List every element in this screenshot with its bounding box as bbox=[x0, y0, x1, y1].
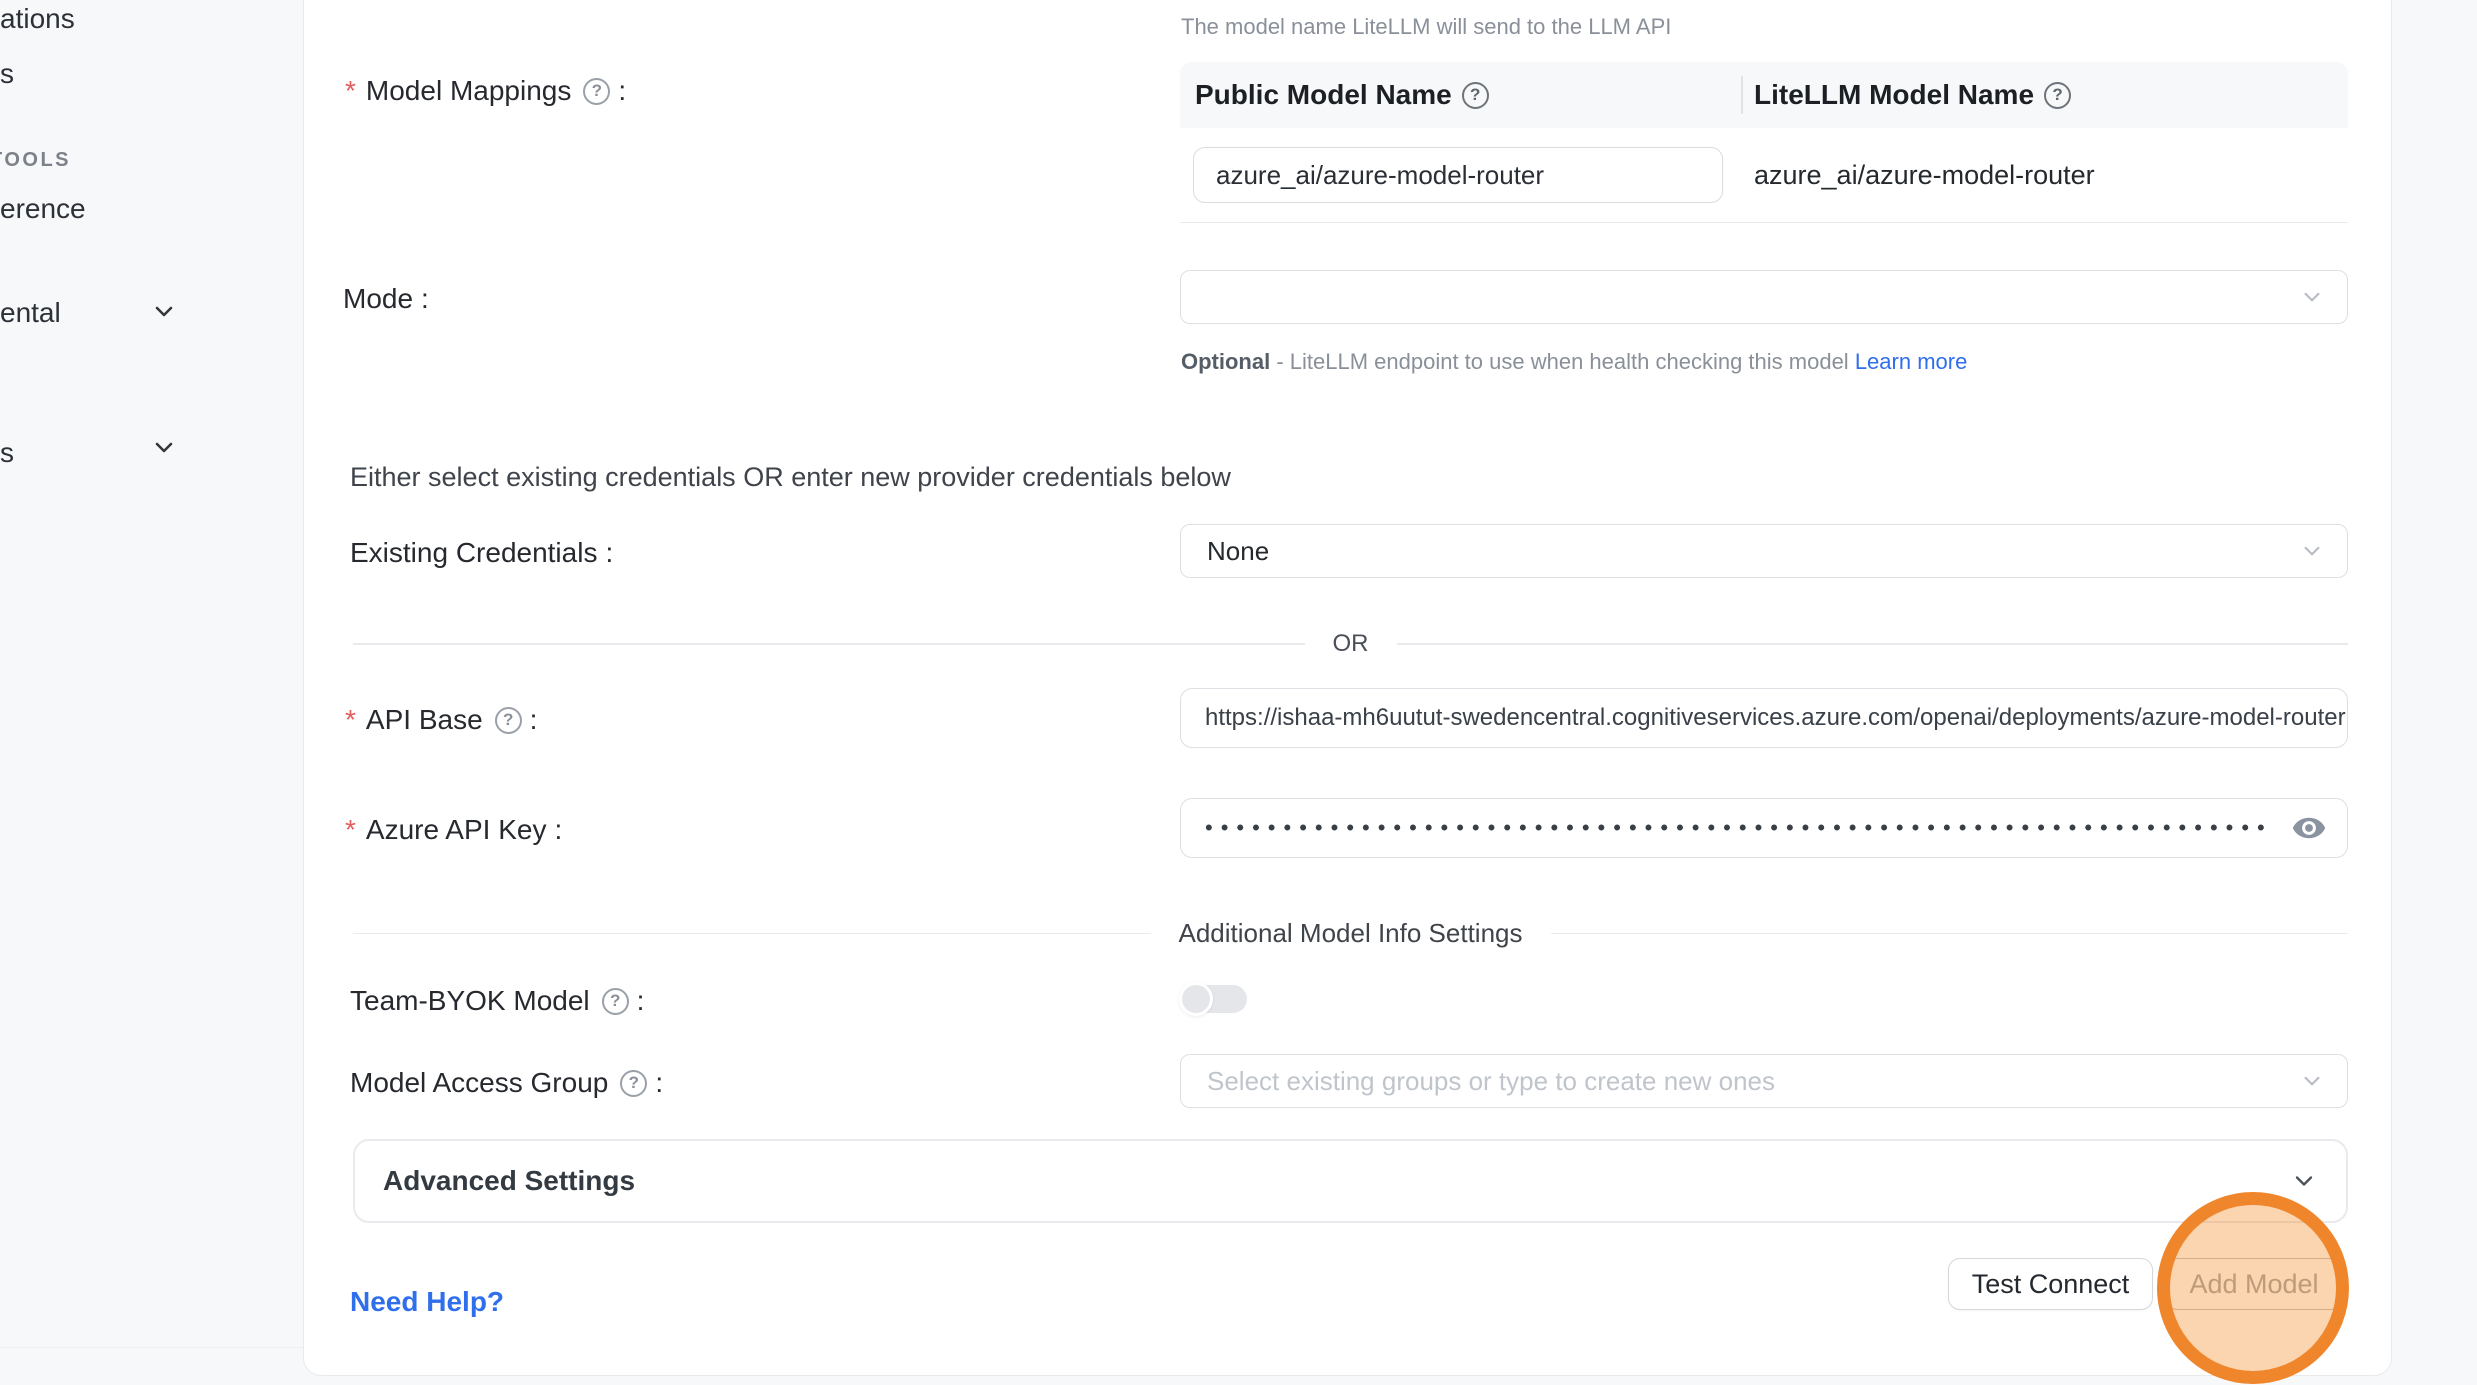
existing-credentials-label: Existing Credentials : bbox=[350, 537, 613, 569]
sidebar-divider bbox=[0, 1347, 303, 1348]
sidebar-item-truncated-1[interactable]: ations bbox=[0, 2, 75, 36]
advanced-settings-panel[interactable]: Advanced Settings bbox=[353, 1139, 2348, 1223]
azure-api-key-input[interactable]: ••••••••••••••••••••••••••••••••••••••••… bbox=[1180, 798, 2348, 858]
azure-api-key-label-text: Azure API Key bbox=[366, 814, 547, 846]
masked-api-key-value: ••••••••••••••••••••••••••••••••••••••••… bbox=[1205, 815, 2273, 841]
chevron-down-icon bbox=[2290, 1167, 2318, 1195]
or-divider-text: OR bbox=[1305, 630, 1397, 658]
model-mappings-label-text: Model Mappings bbox=[366, 75, 571, 107]
help-icon[interactable]: ? bbox=[1462, 82, 1489, 109]
column-divider bbox=[1741, 76, 1743, 114]
model-mappings-label: * Model Mappings ? : bbox=[345, 75, 626, 107]
eye-icon[interactable] bbox=[2291, 810, 2327, 846]
label-colon: : bbox=[655, 1067, 663, 1099]
sidebar-item-truncated-5[interactable]: s bbox=[0, 436, 14, 470]
sidebar: ations s TOOLS erence ental s bbox=[0, 0, 303, 1385]
chevron-down-icon bbox=[2299, 538, 2325, 564]
model-access-group-label-text: Model Access Group bbox=[350, 1067, 608, 1099]
model-mappings-table: Public Model Name ? LiteLLM Model Name ?… bbox=[1180, 62, 2348, 223]
label-colon: : bbox=[530, 704, 538, 736]
litellm-model-name-header-label: LiteLLM Model Name bbox=[1754, 79, 2034, 111]
api-base-label: * API Base ? : bbox=[345, 704, 537, 736]
public-model-name-input[interactable]: azure_ai/azure-model-router bbox=[1193, 147, 1723, 203]
label-colon: : bbox=[605, 537, 613, 569]
add-model-screen: ations s TOOLS erence ental s The model … bbox=[0, 0, 2477, 1385]
learn-more-link[interactable]: Learn more bbox=[1855, 349, 1968, 374]
help-icon[interactable]: ? bbox=[2044, 82, 2071, 109]
test-connect-button[interactable]: Test Connect bbox=[1948, 1258, 2153, 1310]
mode-select[interactable] bbox=[1180, 270, 2348, 324]
mode-label: Mode : bbox=[343, 283, 429, 315]
required-marker: * bbox=[345, 75, 356, 107]
mode-helper-body: - LiteLLM endpoint to use when health ch… bbox=[1270, 349, 1855, 374]
api-base-label-text: API Base bbox=[366, 704, 483, 736]
chevron-down-icon[interactable] bbox=[152, 435, 176, 459]
sidebar-item-truncated-2[interactable]: s bbox=[0, 57, 14, 91]
help-icon[interactable]: ? bbox=[602, 988, 629, 1015]
divider-line bbox=[1551, 933, 2349, 935]
divider-line bbox=[1397, 643, 2349, 645]
existing-credentials-value: None bbox=[1207, 536, 1269, 567]
mode-helper-text: Optional - LiteLLM endpoint to use when … bbox=[1181, 342, 2011, 382]
help-icon[interactable]: ? bbox=[620, 1070, 647, 1097]
model-mappings-table-header: Public Model Name ? LiteLLM Model Name ? bbox=[1180, 62, 2348, 128]
add-model-button[interactable]: Add Model bbox=[2165, 1258, 2343, 1310]
divider-line bbox=[353, 933, 1151, 935]
help-icon[interactable]: ? bbox=[495, 707, 522, 734]
api-base-input[interactable]: https://ishaa-mh6uutut-swedencentral.cog… bbox=[1180, 688, 2348, 748]
public-model-name-header: Public Model Name ? bbox=[1180, 79, 1741, 111]
existing-credentials-label-text: Existing Credentials bbox=[350, 537, 597, 569]
azure-api-key-label: * Azure API Key : bbox=[345, 814, 562, 846]
team-byok-label-text: Team-BYOK Model bbox=[350, 985, 590, 1017]
chevron-down-icon bbox=[2299, 284, 2325, 310]
label-colon: : bbox=[554, 814, 562, 846]
credentials-note: Either select existing credentials OR en… bbox=[350, 462, 1231, 493]
toggle-knob bbox=[1179, 982, 1213, 1016]
help-icon[interactable]: ? bbox=[583, 78, 610, 105]
litellm-model-name-value: azure_ai/azure-model-router bbox=[1754, 128, 2095, 223]
model-access-group-placeholder: Select existing groups or type to create… bbox=[1207, 1066, 1775, 1097]
need-help-link[interactable]: Need Help? bbox=[350, 1286, 504, 1318]
chevron-down-icon[interactable] bbox=[152, 299, 176, 323]
advanced-settings-label: Advanced Settings bbox=[383, 1165, 635, 1197]
required-marker: * bbox=[345, 704, 356, 736]
chevron-down-icon bbox=[2299, 1068, 2325, 1094]
optional-emphasis: Optional bbox=[1181, 349, 1270, 374]
public-model-name-header-label: Public Model Name bbox=[1195, 79, 1452, 111]
additional-info-divider-text: Additional Model Info Settings bbox=[1151, 918, 1551, 949]
model-mappings-table-row: azure_ai/azure-model-router azure_ai/azu… bbox=[1180, 128, 2348, 223]
model-name-helper-text: The model name LiteLLM will send to the … bbox=[1181, 12, 1671, 42]
label-colon: : bbox=[618, 75, 626, 107]
or-divider: OR bbox=[353, 630, 2348, 658]
additional-info-divider: Additional Model Info Settings bbox=[353, 918, 2348, 949]
litellm-model-name-header: LiteLLM Model Name ? bbox=[1741, 79, 2071, 111]
sidebar-item-truncated-4[interactable]: ental bbox=[0, 296, 61, 330]
existing-credentials-select[interactable]: None bbox=[1180, 524, 2348, 578]
sidebar-item-truncated-3[interactable]: erence bbox=[0, 192, 86, 226]
divider-line bbox=[353, 643, 1305, 645]
required-marker: * bbox=[345, 814, 356, 846]
model-access-group-select[interactable]: Select existing groups or type to create… bbox=[1180, 1054, 2348, 1108]
mode-label-text: Mode bbox=[343, 283, 413, 315]
team-byok-label: Team-BYOK Model ? : bbox=[350, 985, 644, 1017]
model-access-group-label: Model Access Group ? : bbox=[350, 1067, 663, 1099]
sidebar-section-tools: TOOLS bbox=[0, 149, 71, 172]
label-colon: : bbox=[421, 283, 429, 315]
team-byok-toggle[interactable] bbox=[1179, 982, 1247, 1016]
label-colon: : bbox=[637, 985, 645, 1017]
